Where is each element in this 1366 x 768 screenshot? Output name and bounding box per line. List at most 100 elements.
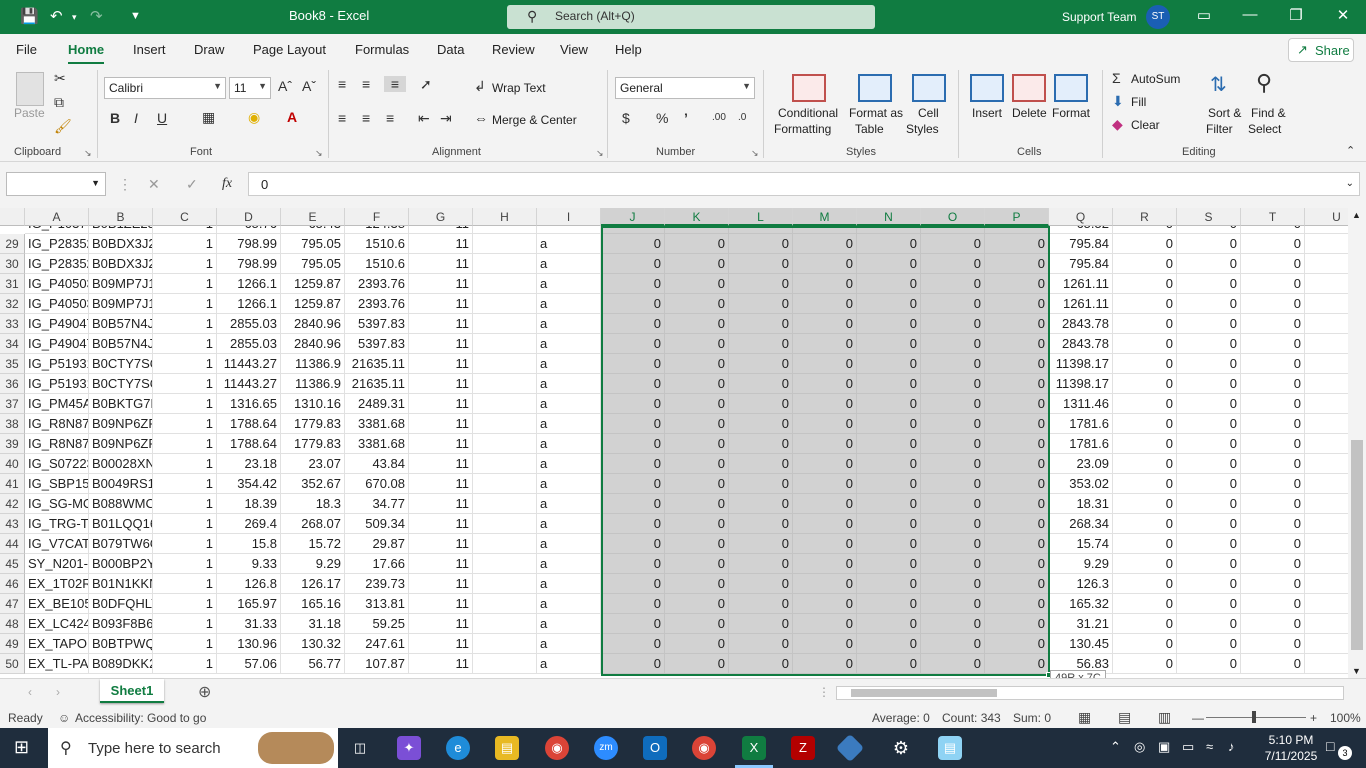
row-header[interactable]: 43 <box>0 514 25 534</box>
cell[interactable]: 0 <box>857 554 921 574</box>
cell[interactable]: 0 <box>1241 574 1305 594</box>
cell[interactable]: 11 <box>409 494 473 514</box>
paste-button[interactable]: Paste <box>14 106 45 120</box>
cell[interactable]: 1510.6 <box>345 234 409 254</box>
cell[interactable]: a <box>537 594 601 614</box>
cell[interactable]: 0 <box>665 274 729 294</box>
cell[interactable]: 0 <box>601 294 665 314</box>
cell[interactable]: IG_P49047 <box>25 334 89 354</box>
cell[interactable]: B0049RS1 <box>89 474 153 494</box>
row-header[interactable]: 44 <box>0 534 25 554</box>
cell[interactable]: 23.09 <box>1049 454 1113 474</box>
cell[interactable]: 0 <box>729 314 793 334</box>
cell[interactable] <box>1305 234 1348 254</box>
cell[interactable]: 0 <box>985 414 1049 434</box>
cell[interactable]: 0 <box>793 614 857 634</box>
cell[interactable]: 0 <box>1177 414 1241 434</box>
cell[interactable]: 130.32 <box>281 634 345 654</box>
row-header[interactable]: 49 <box>0 634 25 654</box>
column-header-i[interactable]: I <box>537 208 601 226</box>
cell[interactable]: 0 <box>665 514 729 534</box>
row-header[interactable]: 41 <box>0 474 25 494</box>
increase-indent-icon[interactable]: ⇥ <box>440 110 452 127</box>
cell[interactable]: 0 <box>1113 354 1177 374</box>
cell[interactable]: 0 <box>1241 234 1305 254</box>
cell[interactable]: 0 <box>1113 294 1177 314</box>
cell[interactable]: B09NP6ZR <box>89 414 153 434</box>
cell[interactable]: 1266.1 <box>217 274 281 294</box>
cell[interactable]: 2393.76 <box>345 274 409 294</box>
tab-formulas[interactable]: Formulas <box>355 42 409 57</box>
cell[interactable]: 0 <box>1113 314 1177 334</box>
copilot-icon[interactable]: ✦ <box>397 736 421 760</box>
cell[interactable]: 0 <box>729 334 793 354</box>
cell[interactable]: 0 <box>729 614 793 634</box>
conditional-formatting-icon[interactable] <box>792 74 826 102</box>
cell[interactable] <box>473 234 537 254</box>
cell[interactable]: 0 <box>1241 274 1305 294</box>
insert-cells-button[interactable]: Insert <box>972 106 1002 120</box>
increase-font-icon[interactable]: Aˆ <box>278 78 292 94</box>
search-box[interactable]: ⚲ Search (Alt+Q) <box>507 5 875 29</box>
cell[interactable]: 107.87 <box>345 654 409 674</box>
redo-icon[interactable]: ↷ <box>90 7 103 25</box>
format-cells-button[interactable]: Format <box>1052 106 1090 120</box>
cell[interactable]: 0 <box>985 234 1049 254</box>
cell[interactable]: 56.77 <box>281 654 345 674</box>
conditional-formatting-label-1[interactable]: Conditional <box>778 106 838 120</box>
cell[interactable]: 0 <box>665 614 729 634</box>
cell[interactable]: 0 <box>665 474 729 494</box>
cell[interactable]: B09MP7J1 <box>89 274 153 294</box>
cell[interactable]: 0 <box>1241 534 1305 554</box>
cell[interactable]: 0 <box>601 594 665 614</box>
status-average[interactable]: Average: 0 <box>872 711 930 725</box>
cell[interactable]: 0 <box>793 354 857 374</box>
cell[interactable]: B09MP7J1 <box>89 294 153 314</box>
cell[interactable]: 0 <box>601 234 665 254</box>
cell[interactable]: 0 <box>1241 654 1305 674</box>
cell[interactable]: 9.29 <box>281 554 345 574</box>
sort-filter-icon[interactable]: ⇅ <box>1210 72 1227 97</box>
cell[interactable]: 0 <box>1241 434 1305 454</box>
cell[interactable]: 2840.96 <box>281 334 345 354</box>
cell[interactable]: 0 <box>985 474 1049 494</box>
cell[interactable]: 0 <box>729 594 793 614</box>
cell[interactable]: 798.99 <box>217 254 281 274</box>
cell[interactable]: 1 <box>153 274 217 294</box>
cell[interactable] <box>1305 434 1348 454</box>
row-header[interactable]: 31 <box>0 274 25 294</box>
cell[interactable]: 1261.11 <box>1049 294 1113 314</box>
cell[interactable]: 0 <box>985 254 1049 274</box>
cell[interactable]: 0 <box>1241 634 1305 654</box>
cell[interactable]: 0 <box>665 494 729 514</box>
format-cells-icon[interactable] <box>1054 74 1088 102</box>
zoom-level[interactable]: 100% <box>1330 711 1361 725</box>
cell[interactable]: B00028XN <box>89 454 153 474</box>
insert-function-icon[interactable]: fx <box>222 176 232 192</box>
cell[interactable] <box>1305 614 1348 634</box>
column-header-o[interactable]: O <box>921 208 985 226</box>
row-header[interactable]: 42 <box>0 494 25 514</box>
cell[interactable]: B0DFQHLY <box>89 594 153 614</box>
cell[interactable]: 11 <box>409 554 473 574</box>
cell[interactable]: 9.33 <box>217 554 281 574</box>
cell[interactable]: 0 <box>1241 394 1305 414</box>
conditional-formatting-label-2[interactable]: Formatting <box>774 122 831 136</box>
cell[interactable]: 1 <box>153 354 217 374</box>
cell-styles-label-1[interactable]: Cell <box>918 106 939 120</box>
cell[interactable] <box>473 434 537 454</box>
cell[interactable]: IG_P51931 <box>25 354 89 374</box>
cell[interactable]: 0 <box>921 614 985 634</box>
cell[interactable] <box>1305 514 1348 534</box>
cell[interactable]: 0 <box>1113 514 1177 534</box>
cell[interactable]: B088WMC <box>89 494 153 514</box>
column-header-b[interactable]: B <box>89 208 153 226</box>
windows-start-icon[interactable]: ⊞ <box>14 737 29 758</box>
cell[interactable]: 0 <box>665 294 729 314</box>
cell[interactable]: 0 <box>857 494 921 514</box>
cell[interactable] <box>1305 254 1348 274</box>
cell[interactable]: 0 <box>1241 554 1305 574</box>
cell[interactable] <box>473 254 537 274</box>
cell[interactable]: 0 <box>601 514 665 534</box>
cell[interactable]: 1266.1 <box>217 294 281 314</box>
